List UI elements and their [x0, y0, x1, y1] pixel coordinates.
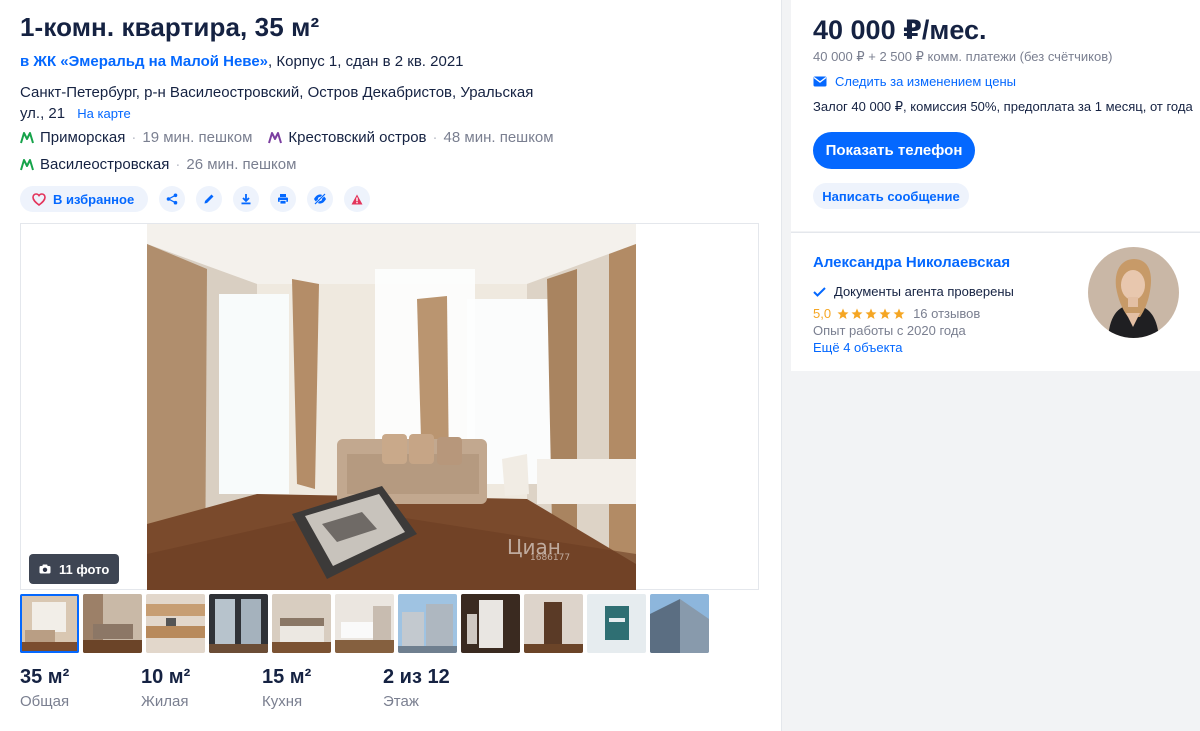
spec-label: Кухня — [262, 693, 303, 710]
heart-icon — [32, 192, 46, 206]
thumbnail[interactable] — [587, 594, 646, 653]
main-photo[interactable]: Циан 1686177 — [147, 224, 636, 590]
print-icon — [278, 194, 289, 205]
print-button[interactable] — [270, 186, 297, 212]
rating-stars-icon — [837, 308, 905, 319]
price: 40 000 ₽/мес. — [813, 15, 987, 45]
thumbnail[interactable] — [272, 594, 331, 653]
download-button[interactable] — [233, 186, 260, 212]
spec-value: 35 м² — [20, 666, 70, 688]
address: Санкт-Петербург, р-н Василеостровский, О… — [20, 82, 560, 124]
show-phone-button[interactable]: Показать телефон — [813, 132, 975, 169]
hide-icon — [314, 193, 327, 205]
complex-building-info: , Корпус 1, сдан в 2 кв. 2021 — [268, 53, 464, 70]
metro-row-1: Приморская · 19 мин. пешком Крестовский … — [20, 129, 554, 146]
metro-distance: 26 мин. пешком — [186, 156, 297, 173]
metro-distance: 48 мин. пешком — [443, 129, 554, 146]
hide-button[interactable] — [307, 186, 334, 212]
warning-icon — [351, 194, 363, 204]
separator-dot: · — [432, 129, 438, 146]
spec-label: Этаж — [383, 693, 419, 710]
rating-score: 5,0 — [813, 306, 832, 321]
share-button[interactable] — [159, 186, 186, 212]
spec-living-area: 10 м² Жилая — [141, 666, 262, 710]
specs-row: 35 м² Общая 10 м² Жилая 15 м² Кухня 2 из… — [20, 666, 504, 710]
share-icon — [166, 193, 178, 205]
spec-value: 2 из 12 — [383, 666, 450, 688]
thumbnail[interactable] — [209, 594, 268, 653]
price-card: 40 000 ₽/мес. 40 000 ₽ + 2 500 ₽ комм. п… — [791, 0, 1200, 231]
metro-icon — [268, 131, 283, 143]
spec-total-area: 35 м² Общая — [20, 666, 141, 710]
agent-verified-label: Документы агента проверены — [834, 284, 1014, 299]
spec-kitchen-area: 15 м² Кухня — [262, 666, 383, 710]
thumbnail[interactable] — [20, 594, 79, 653]
complex-link[interactable]: в ЖК «Эмеральд на Малой Неве» — [20, 53, 268, 70]
metro-distance: 19 мин. пешком — [142, 129, 253, 146]
price-details: 40 000 ₽ + 2 500 ₽ комм. платежи (без сч… — [813, 49, 1113, 64]
listing-main-column: 1-комн. квартира, 35 м² в ЖК «Эмеральд н… — [0, 0, 782, 731]
edit-button[interactable] — [196, 186, 223, 212]
metro-icon — [20, 158, 34, 170]
listing-title: 1-комн. квартира, 35 м² — [20, 12, 320, 42]
watch-price-link[interactable]: Следить за изменением цены — [813, 74, 1016, 89]
metro-station[interactable]: Крестовский остров — [288, 129, 426, 146]
agent-photo — [1088, 247, 1179, 338]
spec-label: Общая — [20, 693, 70, 710]
thumbnail[interactable] — [83, 594, 142, 653]
metro-station[interactable]: Василеостровская — [40, 156, 169, 173]
thumbnail[interactable] — [146, 594, 205, 653]
favorite-label: В избранное — [53, 191, 135, 207]
check-icon — [813, 286, 826, 297]
metro-icon — [20, 131, 34, 143]
agent-experience: Опыт работы с 2020 года — [813, 323, 966, 338]
separator-dot: · — [175, 156, 181, 173]
action-bar: В избранное — [20, 186, 371, 212]
photo-watermark-id: 1686177 — [530, 553, 570, 563]
complain-button[interactable] — [344, 186, 371, 212]
metro-row-2: Василеостровская · 26 мин. пешком — [20, 156, 296, 173]
photo-count-label: 11 фото — [59, 561, 110, 577]
apartment-photo: Циан 1686177 — [147, 224, 636, 590]
spec-value: 15 м² — [262, 666, 312, 688]
separator-dot: · — [131, 129, 137, 146]
edit-icon — [204, 194, 214, 204]
agent-rating: 5,0 16 отзывов — [813, 306, 980, 321]
thumbnail[interactable] — [650, 594, 709, 653]
thumbnail[interactable] — [524, 594, 583, 653]
thumbnail[interactable] — [398, 594, 457, 653]
download-icon — [241, 194, 251, 205]
camera-icon — [39, 564, 51, 574]
spec-floor: 2 из 12 Этаж — [383, 666, 504, 710]
watch-price-label: Следить за изменением цены — [835, 74, 1016, 89]
thumbnail[interactable] — [461, 594, 520, 653]
agent-avatar[interactable] — [1088, 247, 1179, 338]
metro-station[interactable]: Приморская — [40, 129, 125, 146]
thumbnail-strip — [20, 594, 709, 653]
thumbnail[interactable] — [335, 594, 394, 653]
agent-more-objects-link[interactable]: Ещё 4 объекта — [813, 340, 903, 355]
envelope-icon — [813, 76, 827, 87]
agent-card: Александра Николаевская Документы агента… — [791, 232, 1200, 371]
reviews-count[interactable]: 16 отзывов — [913, 306, 980, 321]
favorite-button[interactable]: В избранное — [20, 186, 149, 212]
complex-info: в ЖК «Эмеральд на Малой Неве», Корпус 1,… — [20, 53, 464, 70]
photo-count-badge[interactable]: 11 фото — [29, 554, 120, 584]
deposit-terms: Залог 40 000 ₽, комиссия 50%, предоплата… — [813, 99, 1193, 114]
agent-name[interactable]: Александра Николаевская — [813, 254, 1010, 271]
agent-verified: Документы агента проверены — [813, 284, 1014, 299]
photo-gallery[interactable]: Циан 1686177 11 фото — [20, 223, 759, 590]
map-link[interactable]: На карте — [77, 106, 130, 121]
spec-label: Жилая — [141, 693, 189, 710]
send-message-button[interactable]: Написать сообщение — [813, 183, 969, 209]
spec-value: 10 м² — [141, 666, 191, 688]
